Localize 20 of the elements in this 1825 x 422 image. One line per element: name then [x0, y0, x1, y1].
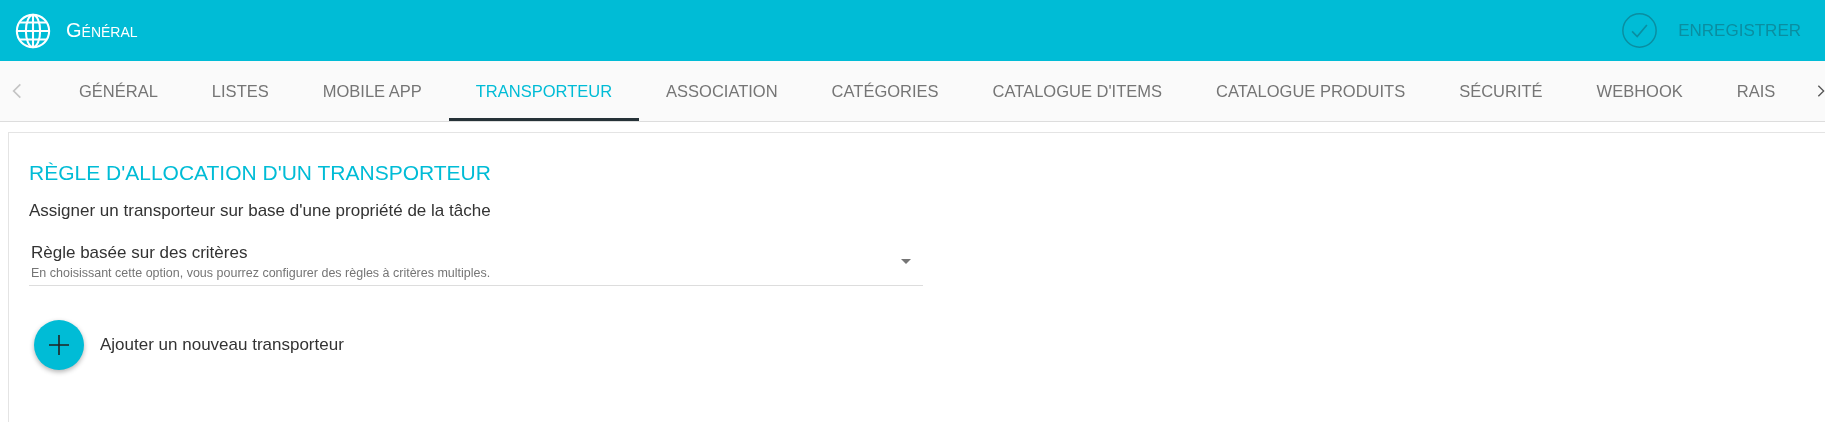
tab[interactable]: CATÉGORIES	[804, 61, 966, 121]
add-button[interactable]	[34, 320, 84, 370]
tab[interactable]: GÉNÉRAL	[52, 61, 185, 121]
globe-icon	[14, 11, 52, 50]
section-title: RÈGLE D'ALLOCATION D'UN TRANSPORTEUR	[29, 161, 492, 185]
plus-icon	[49, 335, 69, 355]
check-circle-icon	[1621, 12, 1659, 49]
tab[interactable]: ASSOCIATION	[639, 61, 805, 121]
rule-select[interactable]: Règle basée sur des critères En choisissant cette option, vous pourrez configurer des règles à critères multiples.	[29, 243, 923, 286]
tab[interactable]: RAIS	[1709, 61, 1803, 121]
page-title: Général	[66, 19, 138, 42]
tab[interactable]: MOBILE APP	[295, 61, 449, 121]
add-carrier-label[interactable]: Ajouter un nouveau transporteur	[100, 335, 344, 355]
tab[interactable]: LISTES	[184, 61, 296, 121]
tab[interactable]: WEBHOOK	[1569, 61, 1710, 121]
dropdown-arrow-icon	[901, 259, 911, 264]
tab[interactable]: CATALOGUE D'ITEMS	[965, 61, 1189, 121]
section-description: Assigner un transporteur sur base d'une propriété de la tâche	[29, 201, 492, 221]
tab[interactable]: SÉCURITÉ	[1432, 61, 1570, 121]
tab[interactable]: CATALOGUE PRODUITS	[1189, 61, 1433, 121]
